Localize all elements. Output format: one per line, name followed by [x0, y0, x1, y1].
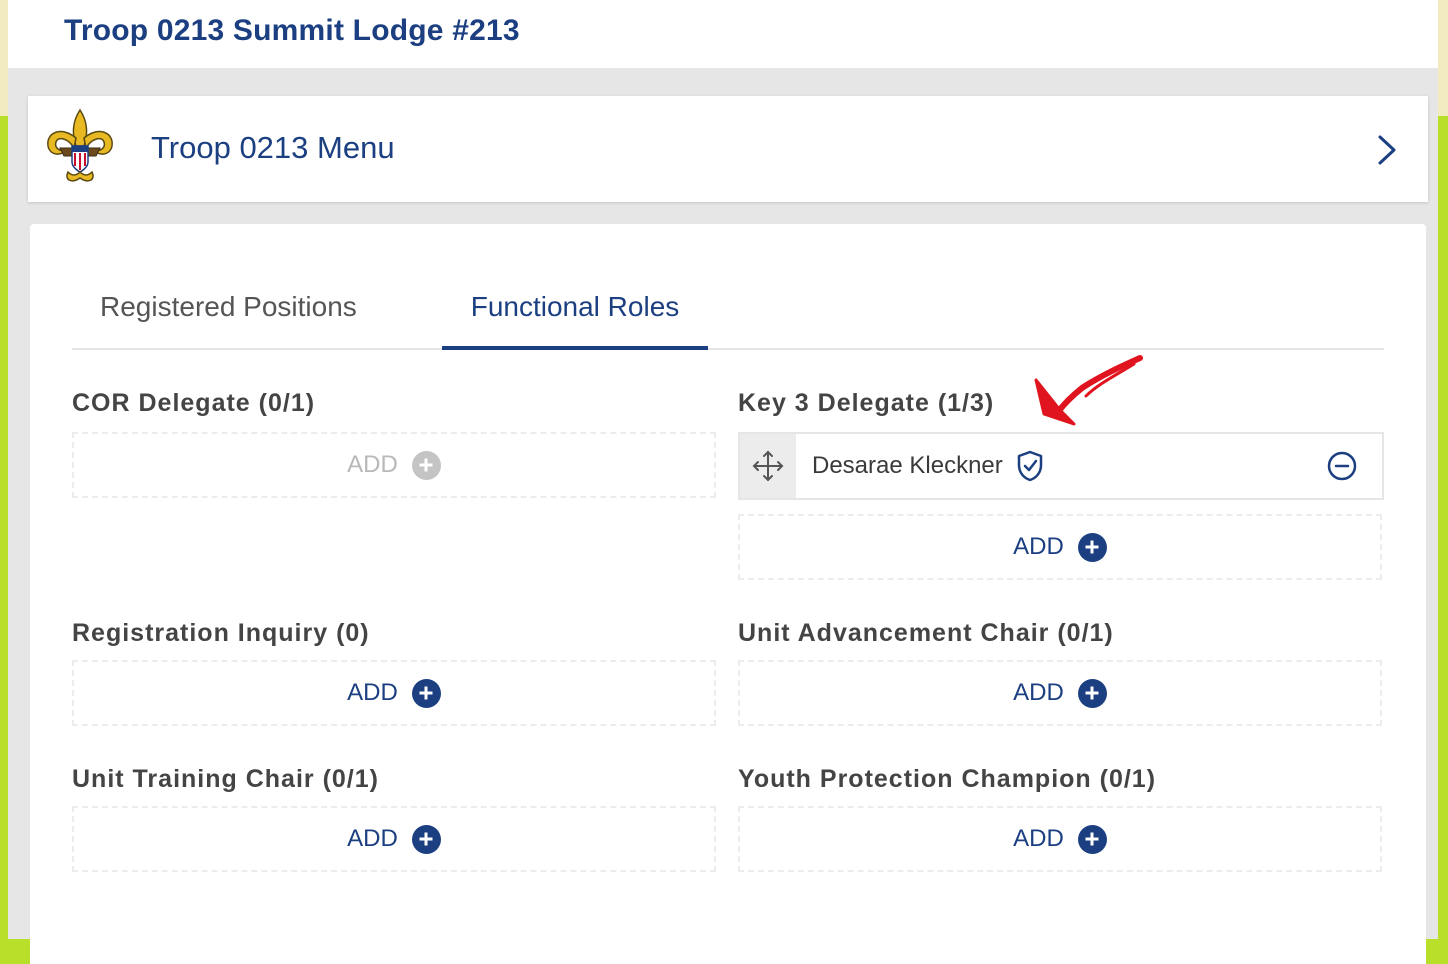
role-section-youth-protection-champion: Youth Protection Champion (0/1) ADD: [738, 762, 1384, 872]
role-title: Unit Advancement Chair (0/1): [738, 619, 1114, 647]
plus-circle-icon: [1077, 532, 1107, 562]
tab-registered-positions[interactable]: Registered Positions: [72, 282, 442, 348]
plus-circle-icon: [1077, 678, 1107, 708]
unit-title: Troop 0213 Summit Lodge #213: [64, 14, 520, 47]
role-title: Unit Training Chair (0/1): [72, 765, 379, 793]
member-name: Desarae Kleckner: [812, 452, 1003, 479]
app-frame: Troop 0213 Summit Lodge #213 Troop 0213 …: [8, 0, 1438, 964]
unit-menu-card[interactable]: Troop 0213 Menu: [28, 96, 1428, 202]
unit-menu-title: Troop 0213 Menu: [151, 130, 395, 165]
add-label: ADD: [347, 679, 398, 706]
role-title: Registration Inquiry (0): [72, 619, 370, 647]
add-unit-training-chair-button[interactable]: ADD: [72, 806, 716, 872]
plus-circle-icon: [1077, 824, 1107, 854]
role-section-unit-training-chair: Unit Training Chair (0/1) ADD: [72, 762, 718, 872]
plus-circle-icon: [411, 824, 441, 854]
remove-member-icon[interactable]: [1326, 450, 1358, 482]
add-unit-advancement-chair-button[interactable]: ADD: [738, 660, 1382, 726]
shield-check-icon: [1017, 450, 1043, 482]
add-cor-delegate-button[interactable]: ADD: [72, 432, 716, 498]
add-label: ADD: [347, 825, 398, 852]
move-arrows-icon: [752, 450, 784, 482]
red-arrow-annotation-icon: [1034, 355, 1143, 426]
plus-circle-icon: [411, 450, 441, 480]
position-tabs: Registered Positions Functional Roles: [72, 282, 1384, 350]
role-section-unit-advancement-chair: Unit Advancement Chair (0/1) ADD: [738, 616, 1384, 726]
add-key3-delegate-button[interactable]: ADD: [738, 514, 1382, 580]
add-label: ADD: [1013, 533, 1064, 560]
add-label: ADD: [1013, 679, 1064, 706]
tab-functional-roles[interactable]: Functional Roles: [442, 282, 708, 348]
add-registration-inquiry-button[interactable]: ADD: [72, 660, 716, 726]
add-label: ADD: [347, 451, 398, 478]
plus-circle-icon: [411, 678, 441, 708]
role-title: Youth Protection Champion (0/1): [738, 765, 1157, 793]
member-row: Desarae Kleckner: [738, 432, 1384, 500]
add-youth-protection-champion-button[interactable]: ADD: [738, 806, 1382, 872]
role-title: COR Delegate (0/1): [72, 389, 316, 417]
active-tab-indicator: [442, 346, 708, 350]
chevron-right-icon[interactable]: [1376, 134, 1398, 166]
drag-handle[interactable]: [740, 434, 796, 498]
functional-roles-card: Registered Positions Functional Roles CO…: [30, 224, 1426, 964]
add-label: ADD: [1013, 825, 1064, 852]
role-section-registration-inquiry: Registration Inquiry (0) ADD: [72, 616, 718, 726]
title-bar: Troop 0213 Summit Lodge #213: [8, 0, 1438, 68]
role-section-cor-delegate: COR Delegate (0/1) ADD: [72, 386, 718, 498]
bsa-fleur-de-lis-logo-icon: [47, 108, 113, 182]
